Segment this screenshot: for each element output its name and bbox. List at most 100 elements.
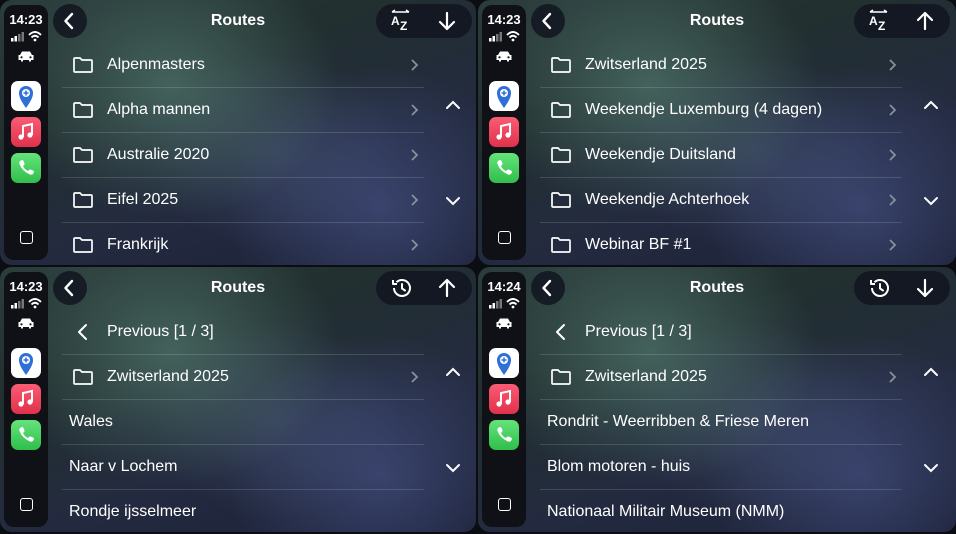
previous-page-item[interactable]: Previous [1 / 3] [540,310,902,355]
music-app-icon[interactable] [489,117,519,147]
phone-app-icon[interactable] [11,420,41,450]
chevron-left-icon [556,324,565,340]
list-item[interactable]: Zwitserland 2025 [540,43,902,88]
list-item-label: Previous [1 / 3] [107,323,214,340]
status-time: 14:23 [9,12,43,27]
sort-az-button[interactable]: AZ [856,4,902,38]
sort-direction-button[interactable] [902,271,948,305]
list-item[interactable]: Webinar BF #1 [540,223,902,265]
music-app-icon[interactable] [489,384,519,414]
folder-icon [73,369,93,385]
list-item-label: Zwitserland 2025 [585,368,707,385]
list-item-label: Rondrit - Weerribben & Friese Meren [547,413,810,430]
list-item[interactable]: Alpha mannen [62,88,424,133]
signal-wifi-icon [489,298,520,309]
scroll-up-button[interactable] [442,361,464,383]
list-item[interactable]: Weekendje Achterhoek [540,178,902,223]
phone-app-icon[interactable] [489,153,519,183]
history-icon [870,279,889,297]
back-button[interactable] [53,4,87,38]
routes-list: Alpenmasters Alpha mannen Australie 2020… [62,43,424,265]
maps-app-icon[interactable] [489,81,519,111]
svg-text:Z: Z [400,19,407,33]
chevron-right-icon [411,149,419,161]
list-item[interactable]: Frankrijk [62,223,424,265]
history-button[interactable] [378,271,424,305]
history-button[interactable] [856,271,902,305]
back-button[interactable] [531,271,565,305]
list-item[interactable]: Nationaal Militair Museum (NMM) [540,490,902,532]
back-button[interactable] [531,4,565,38]
scroll-down-button[interactable] [920,457,942,479]
list-item[interactable]: Rondje ijsselmeer [62,490,424,532]
list-item[interactable]: Weekendje Duitsland [540,133,902,178]
list-item[interactable]: Weekendje Luxemburg (4 dagen) [540,88,902,133]
sort-az-button[interactable]: AZ [378,4,424,38]
list-item[interactable]: Rondrit - Weerribben & Friese Meren [540,400,902,445]
list-item-label: Zwitserland 2025 [585,56,707,73]
signal-wifi-icon [489,31,520,42]
chevron-left-icon [542,12,552,30]
folder-icon [551,102,571,118]
list-item[interactable]: Zwitserland 2025 [540,355,902,400]
car-icon [18,318,34,329]
home-button[interactable] [498,498,511,511]
list-item-label: Frankrijk [107,236,169,253]
home-button[interactable] [20,231,33,244]
list-item-label: Webinar BF #1 [585,236,692,253]
sort-direction-button[interactable] [902,4,948,38]
status-time: 14:23 [9,279,43,294]
scroll-down-button[interactable] [920,190,942,212]
scroll-up-button[interactable] [920,94,942,116]
carplay-dock: 14:23 [4,272,48,527]
chevron-left-icon [78,324,87,340]
scroll-down-button[interactable] [442,457,464,479]
arrow-down-icon [438,11,456,31]
scroll-up-button[interactable] [920,361,942,383]
routes-screen-3: 14:23 Routes Previous [1 / 3] Zwitserlan… [0,267,476,532]
music-app-icon[interactable] [11,117,41,147]
phone-app-icon[interactable] [489,420,519,450]
list-item[interactable]: Zwitserland 2025 [62,355,424,400]
list-item-label: Weekendje Duitsland [585,146,736,163]
back-button[interactable] [53,271,87,305]
list-item-label: Zwitserland 2025 [107,368,229,385]
folder-icon [551,147,571,163]
chevron-left-icon [64,279,74,297]
chevron-right-icon [889,104,897,116]
chevron-right-icon [411,104,419,116]
list-item[interactable]: Wales [62,400,424,445]
previous-page-item[interactable]: Previous [1 / 3] [62,310,424,355]
music-app-icon[interactable] [11,384,41,414]
list-item[interactable]: Eifel 2025 [62,178,424,223]
sort-direction-button[interactable] [424,271,470,305]
maps-app-icon[interactable] [11,348,41,378]
list-item[interactable]: Alpenmasters [62,43,424,88]
list-item-label: Weekendje Luxemburg (4 dagen) [585,101,823,118]
list-item[interactable]: Blom motoren - huis [540,445,902,490]
chevron-left-icon [542,279,552,297]
list-item-label: Naar v Lochem [69,458,178,475]
maps-app-icon[interactable] [489,348,519,378]
list-item[interactable]: Australie 2020 [62,133,424,178]
sort-direction-button[interactable] [424,4,470,38]
home-button[interactable] [20,498,33,511]
scroll-up-button[interactable] [442,94,464,116]
list-item-label: Nationaal Militair Museum (NMM) [547,503,785,520]
phone-app-icon[interactable] [11,153,41,183]
maps-app-icon[interactable] [11,81,41,111]
header-actions: AZ [854,4,950,38]
routes-screen-2: 14:23 Routes AZ Zwitserland 2025 Weekend… [478,0,956,265]
scroll-down-button[interactable] [442,190,464,212]
arrow-up-icon [916,11,934,31]
car-icon [496,51,512,62]
history-icon [392,279,411,297]
arrow-up-icon [438,278,456,298]
list-item[interactable]: Naar v Lochem [62,445,424,490]
chevron-right-icon [411,371,419,383]
chevron-right-icon [411,239,419,251]
chevron-right-icon [889,371,897,383]
home-button[interactable] [498,231,511,244]
folder-icon [73,57,93,73]
folder-icon [551,237,571,253]
